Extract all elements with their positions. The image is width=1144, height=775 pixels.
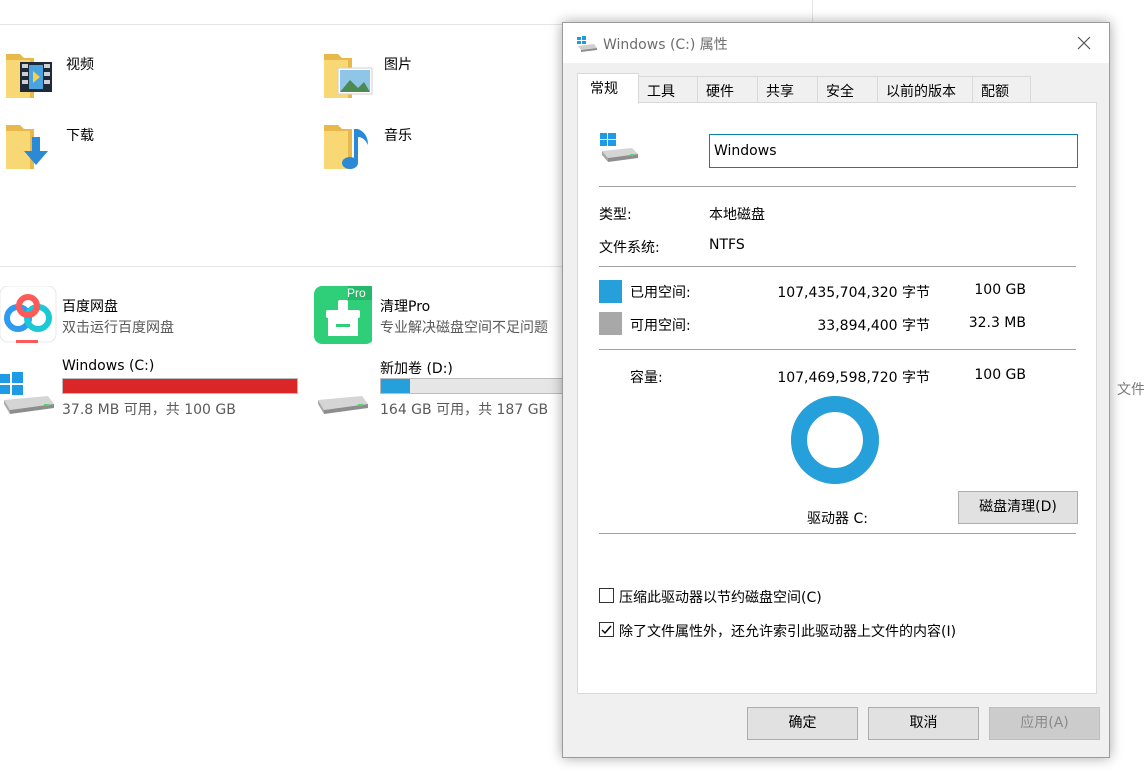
index-label[interactable]: 除了文件属性外，还允许索引此驱动器上文件的内容(I) (619, 621, 956, 641)
checkmark-icon (601, 625, 612, 635)
capacity-bytes: 107,469,598,720 字节 (777, 370, 930, 386)
donut-used-segment (791, 396, 879, 484)
pro-badge: Pro (347, 286, 366, 300)
drive-usage-bar (62, 378, 298, 394)
drive-free-space: 164 GB 可用，共 187 GB (380, 402, 549, 418)
cancel-button[interactable]: 取消 (868, 707, 979, 740)
drive-usage-fill (381, 379, 410, 393)
used-space-size: 100 GB (974, 282, 1026, 298)
separator (599, 533, 1076, 534)
close-icon (1077, 36, 1091, 50)
drive-icon (318, 396, 368, 414)
tab-previous-versions[interactable]: 以前的版本 (877, 76, 973, 103)
used-space-bytes: 107,435,704,320 字节 (777, 285, 930, 301)
type-value: 本地磁盘 (709, 207, 765, 223)
capacity-size: 100 GB (974, 367, 1026, 383)
free-space-swatch (599, 312, 622, 335)
downloads-folder-icon (6, 125, 48, 169)
tab-quota[interactable]: 配额 (972, 76, 1031, 103)
windows-drive-icon (577, 36, 597, 52)
free-space-label: 可用空间: (630, 318, 691, 334)
tab-hardware[interactable]: 硬件 (697, 76, 758, 103)
separator (599, 186, 1076, 187)
folder-label: 音乐 (384, 128, 412, 144)
column-divider (812, 0, 813, 24)
disk-usage-donut (791, 396, 879, 484)
video-folder-icon (6, 54, 52, 98)
folder-downloads[interactable]: 下载 (4, 115, 264, 175)
file-system-value: NTFS (709, 237, 745, 253)
separator (599, 266, 1076, 267)
music-folder-icon (324, 125, 368, 169)
free-space-bytes: 33,894,400 字节 (817, 318, 930, 334)
file-system-label: 文件系统: (599, 240, 660, 256)
separator (599, 349, 1076, 350)
drive-usage-fill (63, 379, 297, 393)
drive-letter-label: 驱动器 C: (807, 511, 868, 527)
drive-name-input[interactable] (709, 134, 1078, 168)
dialog-title: Windows (C:) 属性 (603, 37, 728, 53)
tab-security[interactable]: 安全 (817, 76, 878, 103)
folder-label: 视频 (66, 57, 94, 73)
app-cleaner-pro[interactable]: Pro 清理Pro 专业解决磁盘空间不足问题 (314, 286, 584, 348)
ok-button[interactable]: 确定 (747, 707, 858, 740)
app-description: 双击运行百度网盘 (62, 320, 174, 336)
folder-pictures[interactable]: 图片 (322, 44, 582, 104)
close-button[interactable] (1069, 29, 1099, 57)
title-bar[interactable]: Windows (C:) 属性 (563, 23, 1109, 63)
free-space-size: 32.3 MB (968, 315, 1026, 331)
folder-label: 图片 (384, 57, 412, 73)
app-name: 清理Pro (380, 299, 431, 315)
folder-videos[interactable]: 视频 (4, 44, 264, 104)
drive-name: 新加卷 (D:) (380, 361, 453, 377)
app-baidu-netdisk[interactable]: 百度网盘 双击运行百度网盘 (0, 286, 270, 348)
apply-button[interactable]: 应用(A) (989, 707, 1100, 740)
compress-checkbox[interactable] (599, 588, 614, 603)
capacity-label: 容量: (630, 370, 663, 386)
app-name: 百度网盘 (62, 299, 118, 315)
drive-name: Windows (C:) (62, 358, 155, 374)
baidu-netdisk-icon (0, 286, 57, 343)
folder-music[interactable]: 音乐 (322, 115, 582, 175)
drive-properties-dialog: Windows (C:) 属性 常规 工具 硬件 共享 安全 以前的版本 配额 … (562, 22, 1110, 758)
disk-cleanup-button[interactable]: 磁盘清理(D) (958, 491, 1078, 524)
drive-c[interactable]: Windows (C:) 37.8 MB 可用，共 100 GB (0, 358, 300, 420)
windows-drive-icon (600, 133, 638, 162)
tab-tools[interactable]: 工具 (638, 76, 698, 103)
used-space-swatch (599, 280, 622, 303)
pictures-folder-icon (324, 54, 373, 98)
folder-label: 下载 (66, 128, 94, 144)
drive-free-space: 37.8 MB 可用，共 100 GB (62, 402, 236, 418)
index-checkbox[interactable] (599, 622, 614, 637)
tab-general[interactable]: 常规 (577, 73, 639, 104)
app-description: 专业解决磁盘空间不足问题 (380, 320, 548, 336)
clipped-label: 文件 (1117, 382, 1144, 398)
compress-label[interactable]: 压缩此驱动器以节约磁盘空间(C) (619, 587, 822, 607)
used-space-label: 已用空间: (630, 285, 691, 301)
windows-drive-icon (0, 372, 54, 414)
tab-sharing[interactable]: 共享 (757, 76, 818, 103)
separator (0, 266, 570, 267)
general-tab-panel: 类型: 本地磁盘 文件系统: NTFS 已用空间: 107,435,704,32… (577, 102, 1097, 694)
type-label: 类型: (599, 207, 632, 223)
